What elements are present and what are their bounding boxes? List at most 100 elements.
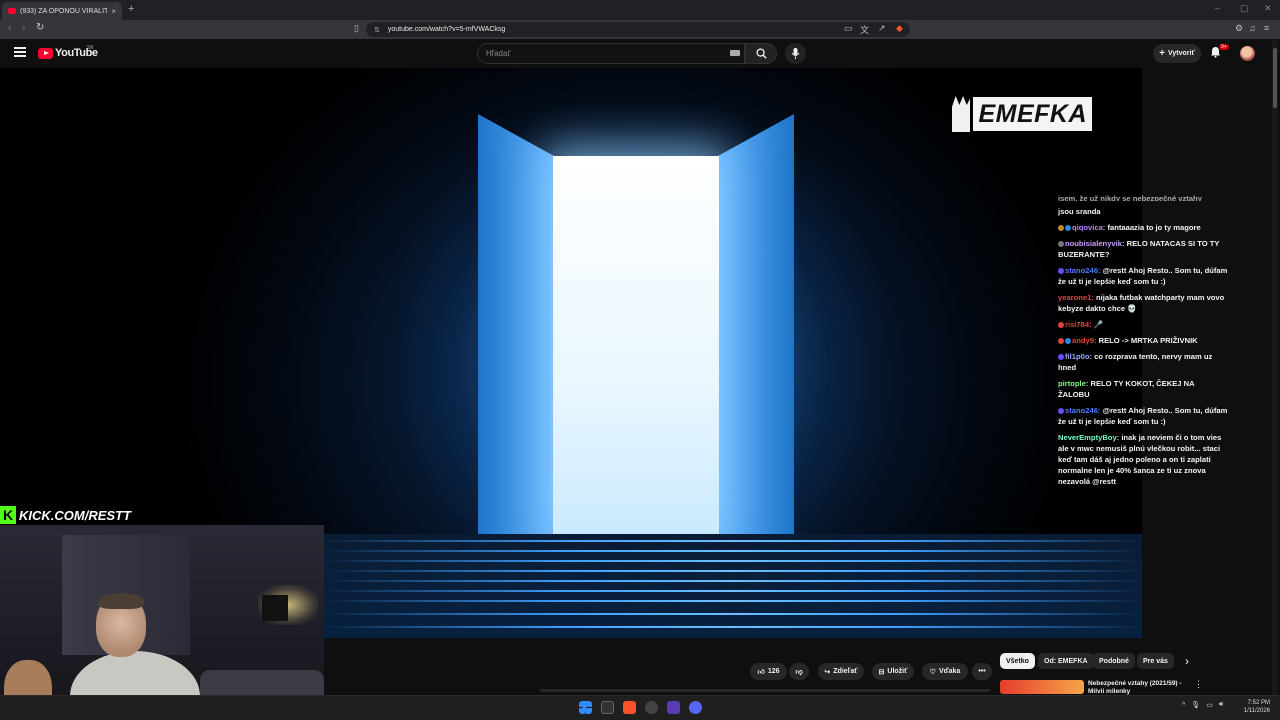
dislike-button[interactable]: 👎︎ [789,663,809,680]
network-icon[interactable]: ▭ [1206,701,1213,709]
thanks-label: Vďaka [938,668,961,675]
close-window-button[interactable]: ✕ [1264,3,1272,14]
system-tray[interactable]: ^ 🎙︎ ▭ 🔊︎ [1182,701,1223,709]
like-count: 126 [767,668,780,675]
reload-icon[interactable]: ↻ [36,22,44,33]
url-text: youtube.com/watch?v=5-mfVWACksg [387,26,506,33]
task-view-icon[interactable] [601,701,614,714]
share-label: Zdieľať [833,668,858,675]
tab-close-icon[interactable]: × [111,7,116,16]
app-icon[interactable] [667,701,680,714]
chat-message: risi784: 🎤 [1058,319,1228,330]
chat-text: jsou sranda [1058,207,1101,216]
save-icon: ⊟ [878,668,885,676]
chat-username: stano246: [1065,266,1103,275]
create-label: Vytvoriť [1168,50,1195,57]
chat-message: fil1p0o: co rozprava tento, nervy mam uz… [1058,351,1228,373]
notification-count-badge: 9+ [1219,44,1229,50]
channel-watermark: EMEFKA [952,96,1092,132]
chips-next-arrow-icon[interactable]: › [1185,654,1189,668]
chat-message: NeverEmptyBoy: inak ja neviem či o tom v… [1058,432,1228,487]
bookmark-icon[interactable]: ▯ [354,23,359,34]
avatar[interactable] [1240,46,1255,61]
clock-time: 7:52 PM [1247,700,1270,706]
page-scrollbar-thumb[interactable] [1273,48,1277,108]
cast-icon[interactable]: ▭ [844,23,853,34]
chat-message: stano246: @restt Ahoj Resto.. Som tu, dú… [1058,405,1228,427]
app-icon[interactable] [645,701,658,714]
voice-search-button[interactable] [785,43,806,64]
chip-from-channel[interactable]: Od: EMEFKA [1038,653,1094,669]
menu-icon[interactable]: ≡ [1264,23,1269,33]
stage-step-line [323,590,1142,592]
search-icon [755,48,767,59]
chat-message: qiqovica: fantaaazia to jo ty magore [1058,222,1228,233]
brave-shield-icon[interactable]: ◆ [896,23,903,34]
horizontal-scrollbar[interactable] [540,689,990,692]
brave-browser-icon[interactable] [623,701,636,714]
taskbar-clock[interactable]: 7:52 PM 1/11/2026 [1238,699,1270,715]
streamer-hair [98,593,144,609]
more-actions-button[interactable]: ••• [972,663,992,680]
save-button[interactable]: ⊟ Uložiť [872,663,914,680]
recommended-video-title[interactable]: Nebezpečné vztahy (2021/59) - Milvii mil… [1088,680,1188,696]
new-tab-button[interactable]: + [128,3,134,15]
recommended-more-icon[interactable]: ⋮ [1194,679,1203,690]
chip-all[interactable]: Všetko [1000,653,1035,669]
stage-step-line [323,580,1142,582]
site-info-icon[interactable]: ⇅ [374,26,380,34]
hamburger-menu-icon[interactable] [14,47,26,57]
crown-mascot-icon [952,96,971,132]
translate-icon[interactable]: 文 [860,23,869,36]
chat-badge-icon [1058,338,1064,344]
keyboard-icon[interactable] [730,50,740,56]
back-icon[interactable]: ‹ [8,22,11,33]
like-button[interactable]: 👍︎ 126 [750,663,787,680]
chat-username: yearone1: [1058,293,1096,302]
chip-related[interactable]: Podobné [1093,653,1135,669]
chat-overlay: jsem, že už nikdy se nebezpečné vztahy js… [1058,194,1228,492]
chat-message: noubisialenyvik: RELO NATACAS SI TO TY B… [1058,238,1228,260]
share-button[interactable]: ↪ Zdieľať [818,663,864,680]
stage-step-line [323,550,1142,552]
kick-logo-icon: K [0,506,16,524]
region-code: SK [87,45,94,51]
chat-username: stano246: [1065,406,1103,415]
search-input[interactable]: Hľadať [477,43,745,64]
extensions-icon[interactable]: ⚙ [1235,23,1243,34]
chat-message: pirtople: RELO TY KOKOT, ČEKEJ NA ŽALOBU [1058,378,1228,400]
browser-tab[interactable]: (933) ZA OPONOU VIRALITY × [2,2,122,20]
chat-clipped-line: jsem, že už nikdy se nebezpečné vztahy [1058,194,1202,201]
recommended-video-thumbnail[interactable] [1000,680,1084,694]
clock-date: 1/11/2026 [1243,708,1270,714]
search-button[interactable] [745,43,777,64]
stage-step-line [323,613,1142,615]
chat-username: andy9: [1072,336,1099,345]
page-scrollbar[interactable] [1272,40,1278,695]
chat-username: NeverEmptyBoy: [1058,433,1122,442]
media-icon[interactable]: ♫ [1249,23,1256,33]
share-page-icon[interactable]: ↗ [878,23,886,34]
chat-badge-icon [1058,322,1064,328]
stage-step-line [323,540,1142,542]
chat-message: jsou sranda [1058,206,1228,217]
tray-overflow-icon[interactable]: ^ [1182,702,1185,709]
mic-tray-icon[interactable]: 🎙︎ [1191,701,1200,709]
create-button[interactable]: + Vytvoriť [1153,44,1201,63]
left-door [478,114,554,534]
chip-for-you[interactable]: Pre vás [1137,653,1174,669]
stage-step-line [323,600,1142,602]
address-bar[interactable]: ⇅ youtube.com/watch?v=5-mfVWACksg [366,22,910,37]
share-icon: ↪ [824,668,831,676]
maximize-button[interactable]: ▢ [1240,3,1249,14]
chat-badge-icon [1058,408,1064,414]
chat-username: pirtople: [1058,379,1091,388]
volume-icon[interactable]: 🔊︎ [1219,701,1223,709]
chat-text: RELO -> MRTKA PRIŽIVNIK [1098,336,1198,345]
youtube-logo-icon[interactable] [38,48,53,59]
minimize-button[interactable]: – [1215,3,1220,13]
thanks-button[interactable]: ♡ Vďaka [922,663,968,680]
chat-text: 🎤 [1093,320,1104,329]
discord-icon[interactable] [689,701,702,714]
forward-icon[interactable]: › [22,22,25,33]
